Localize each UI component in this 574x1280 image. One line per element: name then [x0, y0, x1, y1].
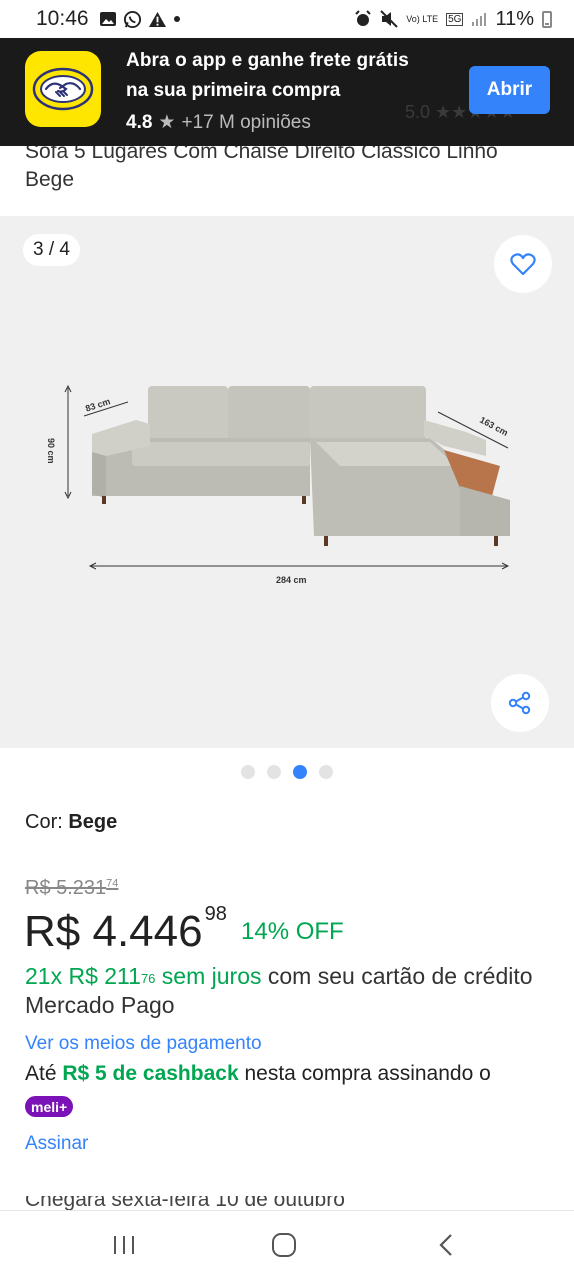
mercadolivre-logo-icon — [25, 51, 101, 127]
delivery-info: Chegará sexta-feira 10 de outubro — [25, 1196, 345, 1210]
cashback-info: Até R$ 5 de cashback nesta compra assina… — [25, 1062, 491, 1085]
chaise-dimension-label: 163 cm — [478, 415, 510, 438]
pagination-dot[interactable] — [319, 765, 333, 779]
signal-icon — [471, 11, 487, 27]
installments-info: 21x R$ 21176 sem juros com seu cartão de… — [25, 963, 533, 1018]
back-icon — [439, 1234, 452, 1256]
color-variant: Cor: Bege — [25, 811, 117, 834]
sofa-product-image: 90 cm 83 cm 163 cm 284 cm — [46, 384, 510, 585]
battery-icon — [542, 10, 552, 28]
star-icon: ★ — [158, 112, 176, 133]
warning-icon — [148, 11, 167, 28]
battery-percent: 11% — [495, 7, 534, 30]
depth-dimension-label: 83 cm — [84, 396, 111, 413]
banner-title-line1: Abra o app e ganhe frete grátis — [126, 50, 409, 71]
system-navigation-bar — [0, 1210, 574, 1280]
app-install-banner: Abra o app e ganhe frete grátis na sua p… — [0, 38, 574, 146]
dot-icon — [173, 15, 181, 23]
banner-title-line2: na sua primeira compra — [126, 80, 341, 101]
subscribe-link[interactable]: Assinar — [25, 1133, 88, 1155]
current-price: R$ 4.446 98 — [24, 903, 227, 956]
recent-apps-button[interactable] — [104, 1227, 144, 1263]
pagination-dot[interactable] — [267, 765, 281, 779]
open-app-button[interactable]: Abrir — [469, 66, 550, 114]
app-review-count: +17 M opiniões — [181, 111, 311, 133]
height-dimension-label: 90 cm — [46, 438, 56, 464]
gallery-pagination — [0, 765, 574, 781]
payment-methods-link[interactable]: Ver os meios de pagamento — [25, 1033, 262, 1055]
discount-label: 14% OFF — [241, 918, 344, 945]
network-indicator: 5G — [446, 12, 464, 26]
banner-rating: 4.8 ★ +17 M opiniões — [126, 111, 311, 134]
status-left-icons — [99, 10, 181, 29]
mute-icon — [380, 10, 398, 28]
pagination-dot[interactable] — [241, 765, 255, 779]
app-rating-value: 4.8 — [126, 111, 153, 133]
image-counter: 3 / 4 — [23, 234, 80, 266]
heart-icon — [510, 253, 536, 276]
share-icon — [508, 691, 531, 715]
color-label: Cor: — [25, 811, 69, 833]
gallery-icon — [99, 11, 117, 27]
back-button[interactable] — [426, 1227, 466, 1263]
status-bar: 10:46 Vo) LTE 5G 11% — [0, 0, 574, 38]
color-value: Bege — [68, 811, 118, 833]
favorite-button[interactable] — [494, 235, 552, 293]
home-button[interactable] — [264, 1227, 304, 1263]
volte-indicator: Vo) LTE — [406, 13, 439, 24]
status-right: Vo) LTE 5G 11% — [354, 8, 552, 31]
whatsapp-icon — [123, 10, 142, 29]
recent-apps-icon — [114, 1236, 134, 1254]
meli-plus-badge: meli+ — [25, 1096, 74, 1117]
original-price: R$ 5.23174 — [25, 877, 119, 899]
alarm-icon — [354, 10, 372, 28]
share-button[interactable] — [491, 674, 549, 732]
width-dimension-label: 284 cm — [276, 575, 307, 585]
product-title: Sofá 5 Lugares Com Chaise Direito Clássi… — [25, 140, 498, 191]
product-gallery[interactable]: 3 / 4 90 cm 83 cm 163 cm 284 cm — [0, 216, 574, 748]
status-time: 10:46 — [36, 7, 89, 30]
home-icon — [272, 1233, 296, 1257]
pagination-dot-active[interactable] — [293, 765, 307, 779]
